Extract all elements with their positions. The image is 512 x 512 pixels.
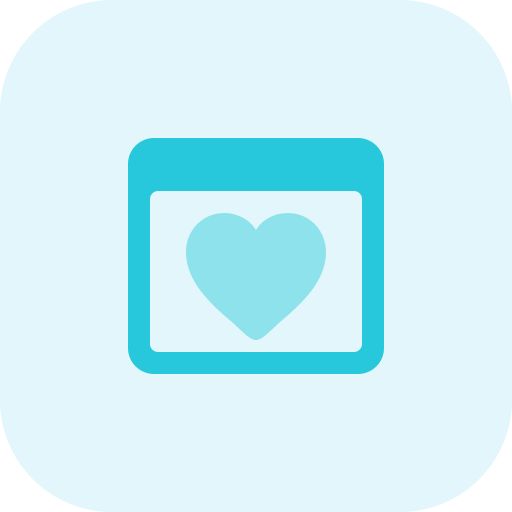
browser-favorite-app-icon (0, 0, 512, 512)
browser-window-heart-icon (0, 0, 512, 512)
